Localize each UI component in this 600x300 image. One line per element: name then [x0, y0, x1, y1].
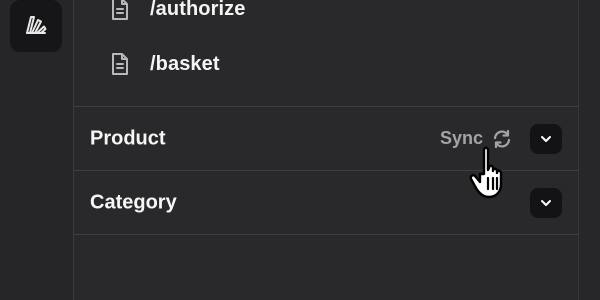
chevron-down-icon	[540, 130, 552, 148]
group-title: Category	[90, 191, 177, 213]
group-title: Product	[90, 127, 166, 149]
file-document-icon	[108, 52, 132, 76]
divider	[74, 234, 578, 235]
sync-icon	[491, 128, 513, 150]
chevron-down-icon	[540, 194, 552, 212]
app-logo-icon	[23, 11, 49, 42]
left-rail	[0, 0, 74, 300]
endpoint-label: /authorize	[150, 0, 246, 20]
sync-button[interactable]: Sync	[440, 128, 513, 150]
sync-label: Sync	[440, 128, 484, 148]
endpoint-item-basket[interactable]: /basket	[108, 47, 220, 81]
endpoint-label: /basket	[150, 52, 220, 75]
app-window: /authorize /basket Product Sync Category	[0, 0, 600, 300]
expand-toggle-button[interactable]	[530, 123, 562, 154]
scrollbar-track[interactable]	[579, 0, 600, 300]
group-row-product[interactable]: Product Sync	[74, 107, 578, 170]
expand-toggle-button[interactable]	[530, 187, 562, 218]
app-logo-button[interactable]	[10, 0, 62, 52]
group-row-category[interactable]: Category	[74, 171, 578, 234]
endpoint-item-authorize[interactable]: /authorize	[108, 0, 245, 26]
file-document-icon	[108, 0, 132, 21]
